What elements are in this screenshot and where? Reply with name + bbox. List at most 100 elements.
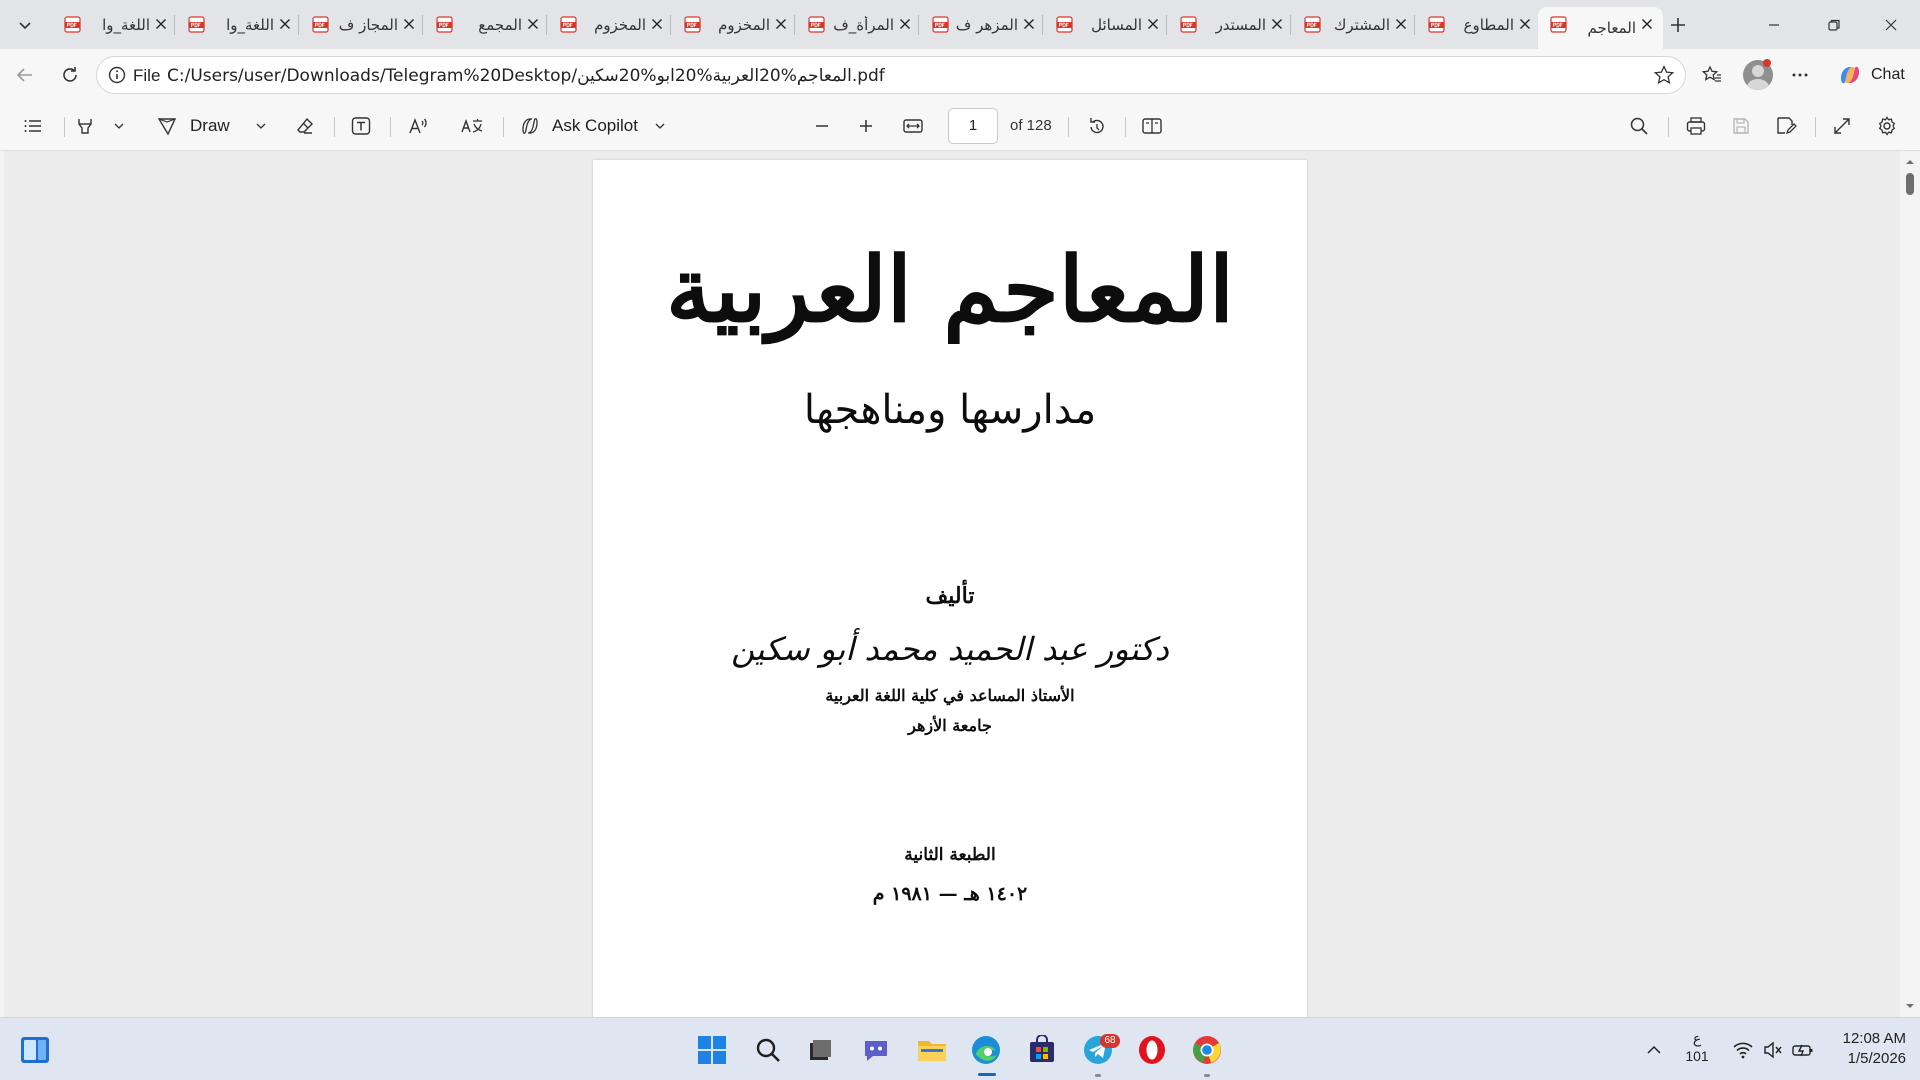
add-text-button[interactable]: [348, 111, 374, 141]
pdf-file-icon: [684, 16, 701, 33]
tab-close-button[interactable]: [1392, 15, 1410, 33]
tab-separator: [794, 15, 795, 35]
tab-close-button[interactable]: [152, 15, 170, 33]
scroll-down-icon[interactable]: [1900, 999, 1920, 1013]
toolbar-divider: [334, 117, 335, 137]
back-button[interactable]: [8, 58, 42, 92]
opera-button[interactable]: [1134, 1032, 1170, 1068]
tab[interactable]: المرأة_ف: [796, 7, 918, 42]
language-script-label: ع: [1692, 1030, 1702, 1046]
scroll-up-icon[interactable]: [1900, 155, 1920, 169]
tab[interactable]: المجمع: [424, 7, 546, 42]
tab[interactable]: المخزوم: [548, 7, 670, 42]
scrollbar-thumb[interactable]: [1906, 173, 1914, 195]
draw-options-button[interactable]: [252, 111, 270, 141]
battery-button[interactable]: [1786, 1032, 1820, 1068]
tab-separator: [918, 15, 919, 35]
address-bar[interactable]: File C:/Users/user/Downloads/Telegram%20…: [96, 56, 1686, 94]
tab-close-button[interactable]: [400, 15, 418, 33]
widgets-button[interactable]: [17, 1032, 53, 1068]
close-icon: [1272, 19, 1282, 29]
draw-button[interactable]: Draw: [156, 111, 252, 141]
store-button[interactable]: [1024, 1032, 1060, 1068]
star-icon[interactable]: [1653, 64, 1675, 86]
tab[interactable]: المجاز ف: [300, 7, 422, 42]
save-icon: [1733, 118, 1749, 134]
save-as-button[interactable]: [1771, 111, 1801, 141]
more-options-button[interactable]: [1783, 58, 1817, 92]
tab-close-button[interactable]: [772, 15, 790, 33]
page-view-button[interactable]: [1138, 111, 1166, 141]
tab-title: المزهر ف: [956, 15, 1018, 34]
tab-title: المطاوع: [1463, 15, 1514, 34]
input-language-indicator[interactable]: ع 101: [1683, 1029, 1711, 1065]
copilot-chat-button[interactable]: Chat: [1831, 57, 1915, 93]
tab[interactable]: المستدر: [1168, 7, 1290, 42]
save-button[interactable]: [1726, 111, 1756, 141]
settings-button[interactable]: [1873, 111, 1901, 141]
teams-button[interactable]: [858, 1032, 894, 1068]
translate-button[interactable]: [458, 111, 486, 141]
start-button[interactable]: [694, 1032, 730, 1068]
erase-button[interactable]: [292, 111, 318, 141]
highlight-button[interactable]: [72, 111, 98, 141]
page-number-input[interactable]: 1: [948, 108, 998, 144]
tab[interactable]: اللغة_وا: [176, 7, 298, 42]
tab-close-button[interactable]: [1268, 15, 1286, 33]
tab-close-button[interactable]: [524, 15, 542, 33]
tab[interactable]: اللغة_وا: [52, 7, 174, 42]
tab-actions-menu-button[interactable]: [8, 8, 42, 42]
taskbar: 68 ع 101 12:08 AM 1/5/2026: [0, 1017, 1920, 1080]
tab-close-button[interactable]: [1516, 15, 1534, 33]
tab-close-button[interactable]: [276, 15, 294, 33]
pdf-viewer[interactable]: المعاجم العربية مدارسها ومناهجها تأليف د…: [4, 151, 1900, 1017]
tab-close-button[interactable]: [1144, 15, 1162, 33]
close-icon: [1642, 19, 1652, 29]
system-clock[interactable]: 12:08 AM 1/5/2026: [1826, 1029, 1906, 1069]
show-hidden-icons-button[interactable]: [1634, 1032, 1674, 1068]
restore-button[interactable]: [1806, 0, 1862, 49]
edge-button[interactable]: [968, 1032, 1004, 1068]
file-explorer-button[interactable]: [914, 1032, 950, 1068]
read-aloud-button[interactable]: [404, 111, 432, 141]
tab[interactable]: المطاوع: [1416, 7, 1538, 42]
task-view-icon: [810, 1040, 831, 1060]
close-window-button[interactable]: [1863, 0, 1919, 49]
highlight-options-button[interactable]: [110, 111, 128, 141]
tab[interactable]: المسائل: [1044, 7, 1166, 42]
zoom-in-button[interactable]: [852, 111, 880, 141]
favorites-button[interactable]: [1695, 58, 1729, 92]
new-tab-button[interactable]: [1661, 8, 1695, 42]
wifi-button[interactable]: [1726, 1032, 1760, 1068]
chevron-down-icon: [19, 22, 31, 30]
fullscreen-button[interactable]: [1828, 111, 1856, 141]
fit-to-width-button[interactable]: [898, 111, 928, 141]
tab-close-button[interactable]: [896, 15, 914, 33]
vertical-scrollbar[interactable]: [1900, 151, 1920, 1017]
minimize-button[interactable]: [1746, 0, 1802, 49]
tab[interactable]: المخزوم: [672, 7, 794, 42]
volume-button[interactable]: [1756, 1032, 1790, 1068]
tab-close-button[interactable]: [648, 15, 666, 33]
ask-copilot-button[interactable]: Ask Copilot: [518, 111, 678, 141]
url-text[interactable]: C:/Users/user/Downloads/Telegram%20Deskt…: [167, 66, 885, 86]
refresh-button[interactable]: [53, 58, 87, 92]
tab-active[interactable]: المعاجم: [1538, 7, 1663, 49]
print-button[interactable]: [1681, 111, 1711, 141]
zoom-out-button[interactable]: [808, 111, 836, 141]
book-title: المعاجم العربية: [665, 237, 1235, 343]
pdf-page[interactable]: المعاجم العربية مدارسها ومناهجها تأليف د…: [593, 160, 1307, 1017]
contents-button[interactable]: [18, 111, 48, 141]
search-taskbar-button[interactable]: [750, 1032, 786, 1068]
tab-close-button[interactable]: [1638, 15, 1656, 33]
tab[interactable]: المزهر ف: [920, 7, 1042, 42]
tab-title: المشترك: [1334, 15, 1390, 34]
tab-close-button[interactable]: [1020, 15, 1038, 33]
close-icon: [900, 19, 910, 29]
info-icon[interactable]: [107, 65, 127, 85]
tab[interactable]: المشترك: [1292, 7, 1414, 42]
task-view-button[interactable]: [802, 1032, 838, 1068]
find-button[interactable]: [1625, 111, 1653, 141]
chrome-button[interactable]: [1189, 1032, 1225, 1068]
rotate-button[interactable]: [1083, 111, 1111, 141]
